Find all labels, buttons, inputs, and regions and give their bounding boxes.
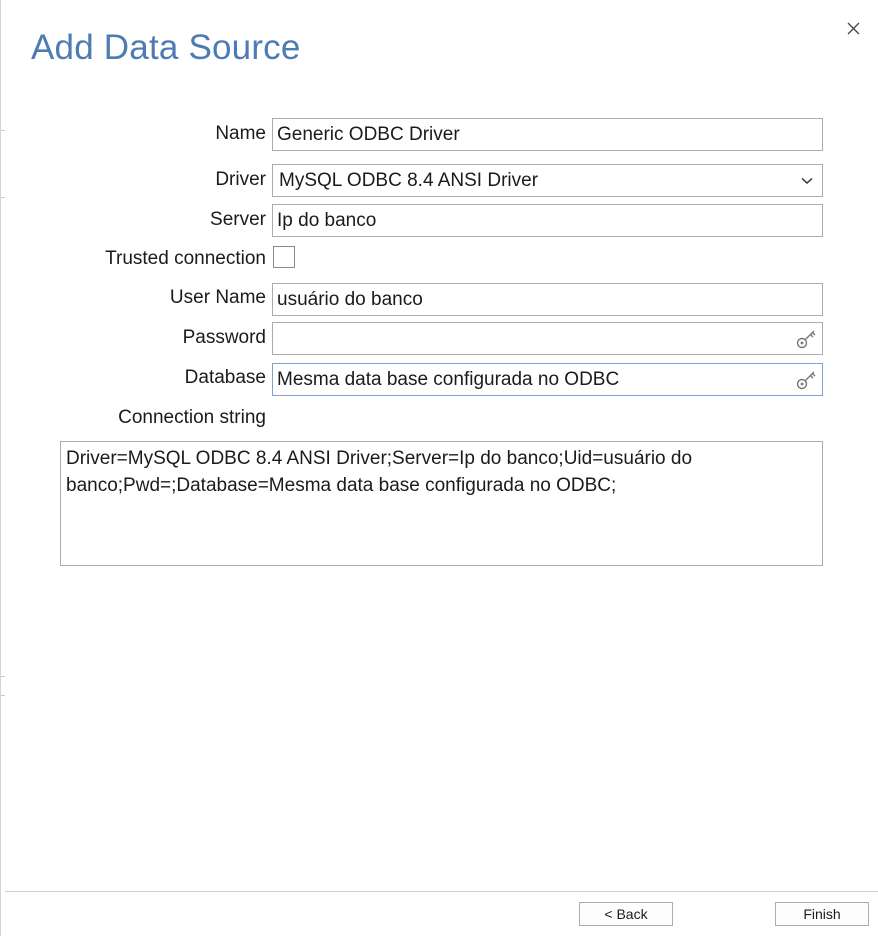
driver-label: Driver [215, 169, 266, 190]
chevron-down-icon [796, 170, 818, 192]
key-icon[interactable] [794, 327, 818, 351]
edge-tick [1, 130, 5, 131]
trusted-connection-checkbox[interactable] [273, 246, 295, 268]
connection-string-label: Connection string [118, 407, 266, 428]
password-label: Password [182, 327, 266, 348]
driver-value: MySQL ODBC 8.4 ANSI Driver [279, 169, 539, 191]
back-button[interactable]: < Back [579, 902, 673, 926]
server-label: Server [210, 209, 266, 230]
connection-string-textarea[interactable]: Driver=MySQL ODBC 8.4 ANSI Driver;Server… [60, 441, 823, 566]
name-value: Generic ODBC Driver [277, 123, 460, 145]
trusted-connection-label: Trusted connection [105, 248, 266, 269]
database-input[interactable]: Mesma data base configurada no ODBC [272, 363, 823, 396]
edge-tick [1, 695, 5, 696]
driver-select[interactable]: MySQL ODBC 8.4 ANSI Driver [272, 164, 823, 197]
name-input[interactable]: Generic ODBC Driver [272, 118, 823, 151]
add-data-source-dialog: Add Data Source Name Generic ODBC Driver… [0, 0, 878, 936]
username-label: User Name [169, 287, 266, 308]
edge-tick [1, 197, 5, 198]
close-button[interactable] [841, 16, 865, 40]
username-input[interactable]: usuário do banco [272, 283, 823, 316]
finish-button[interactable]: Finish [775, 902, 869, 926]
server-value: Ip do banco [277, 209, 377, 231]
database-label: Database [184, 367, 266, 388]
username-value: usuário do banco [277, 288, 423, 310]
password-input[interactable] [272, 322, 823, 355]
database-value: Mesma data base configurada no ODBC [277, 368, 620, 390]
footer-divider [5, 891, 878, 892]
name-label: Name [215, 123, 266, 144]
dialog-title: Add Data Source [31, 28, 301, 67]
server-input[interactable]: Ip do banco [272, 204, 823, 237]
close-icon [847, 22, 859, 34]
edge-tick [1, 676, 5, 677]
key-icon[interactable] [794, 368, 818, 392]
